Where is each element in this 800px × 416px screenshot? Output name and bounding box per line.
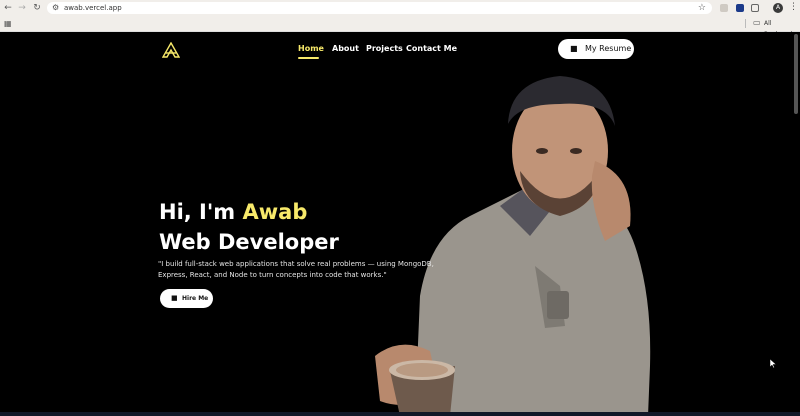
hero-greeting: Hi, I'm Awab bbox=[159, 198, 307, 226]
menu-icon[interactable]: ⋮ bbox=[789, 2, 798, 12]
taskbar-strip bbox=[0, 412, 800, 416]
scrollbar[interactable] bbox=[794, 34, 798, 114]
star-icon[interactable]: ☆ bbox=[698, 2, 706, 14]
address-bar[interactable]: ⚙ awab.vercel.app ☆ bbox=[47, 2, 712, 14]
nav-projects[interactable]: Projects bbox=[366, 44, 403, 53]
nav-contact[interactable]: Contact Me bbox=[406, 44, 457, 53]
greeting-text: Hi, I'm bbox=[159, 200, 243, 224]
hire-me-button[interactable]: ■ Hire Me bbox=[160, 289, 213, 308]
nav-about[interactable]: About bbox=[332, 44, 359, 53]
nav-home[interactable]: Home bbox=[298, 44, 324, 53]
divider bbox=[745, 19, 746, 28]
puzzle-icon[interactable] bbox=[751, 4, 759, 12]
extension-icon-2[interactable] bbox=[736, 4, 744, 12]
hero-name: Awab bbox=[242, 200, 308, 224]
browser-toolbar: ← → ↻ ⚙ awab.vercel.app ☆ A ⋮ bbox=[0, 0, 800, 16]
hire-me-label: Hire Me bbox=[182, 295, 209, 302]
active-nav-indicator bbox=[298, 57, 319, 59]
reload-icon[interactable]: ↻ bbox=[32, 3, 42, 13]
hero-description: "I build full-stack web applications tha… bbox=[158, 260, 434, 279]
forward-arrow-icon[interactable]: → bbox=[17, 3, 27, 13]
avatar[interactable]: A bbox=[773, 3, 783, 13]
page: Home About Projects Contact Me ■ My Resu… bbox=[0, 32, 800, 416]
portrait-image bbox=[375, 76, 651, 416]
briefcase-icon: ■ bbox=[171, 294, 178, 302]
hero-role: Web Developer bbox=[159, 230, 339, 254]
briefcase-icon: ■ bbox=[570, 44, 578, 53]
resume-button-label: My Resume bbox=[585, 44, 632, 53]
apps-grid-icon[interactable]: ▦ bbox=[4, 19, 12, 28]
back-arrow-icon[interactable]: ← bbox=[3, 3, 13, 13]
site-info-icon[interactable]: ⚙ bbox=[52, 3, 59, 12]
logo-icon[interactable] bbox=[162, 42, 180, 58]
folder-icon[interactable]: ▭ bbox=[753, 18, 761, 27]
resume-button[interactable]: ■ My Resume bbox=[558, 39, 634, 59]
mouse-cursor-icon bbox=[770, 359, 776, 368]
extension-icon[interactable] bbox=[720, 4, 728, 12]
bookmarks-bar: ▦ ▭ All Bookmarks bbox=[0, 16, 800, 38]
url-text[interactable]: awab.vercel.app bbox=[64, 2, 122, 14]
